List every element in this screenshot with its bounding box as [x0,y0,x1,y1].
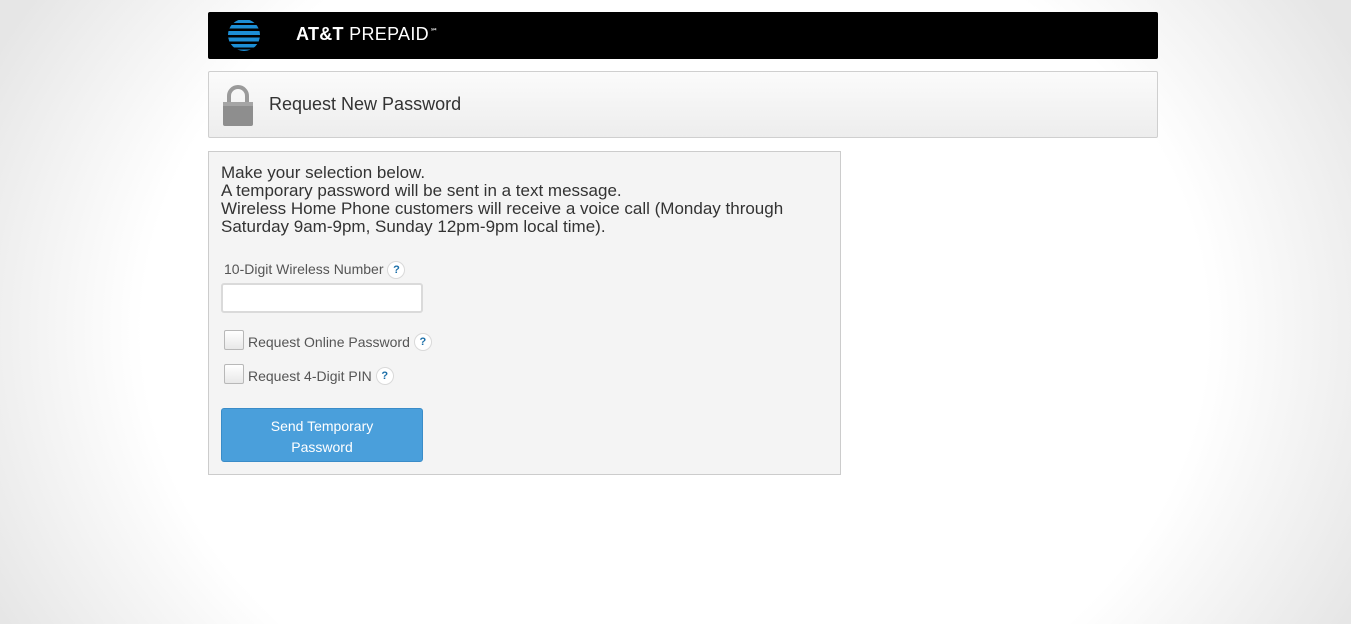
pin-label[interactable]: Request 4-Digit PIN [248,368,372,384]
instruction-line: Saturday 9am-9pm, Sunday 12pm-9pm local … [221,217,606,236]
instruction-line: Wireless Home Phone customers will recei… [221,199,784,218]
help-icon[interactable]: ? [387,261,406,280]
page-title-panel: Request New Password [208,71,1158,138]
online-password-checkbox[interactable] [224,330,244,350]
help-icon[interactable]: ? [375,367,394,385]
online-password-label[interactable]: Request Online Password [248,334,410,350]
pin-option: Request 4-Digit PIN? [224,364,394,386]
phone-number-label-text: 10-Digit Wireless Number [224,261,384,277]
phone-number-input[interactable] [221,283,423,313]
online-password-option: Request Online Password? [224,330,432,352]
instructions: Make your selection below. A temporary p… [221,164,831,236]
help-icon[interactable]: ? [413,333,432,351]
brand-name: AT&T PREPAID℠ [296,24,438,45]
password-request-form: Make your selection below. A temporary p… [208,151,841,475]
att-globe-icon[interactable] [227,17,261,53]
site-header: AT&T PREPAID℠ [208,12,1158,59]
page-title: Request New Password [269,94,462,114]
service-mark: ℠ [429,27,439,36]
phone-number-label: 10-Digit Wireless Number? [224,261,406,280]
brand-sub: PREPAID [349,24,429,44]
send-temporary-password-button[interactable]: Send Temporary Password [221,408,423,462]
pin-checkbox[interactable] [224,364,244,384]
lock-icon [223,85,253,126]
brand-main: AT&T [296,24,344,44]
instruction-line: A temporary password will be sent in a t… [221,181,622,200]
instruction-line: Make your selection below. [221,163,426,182]
